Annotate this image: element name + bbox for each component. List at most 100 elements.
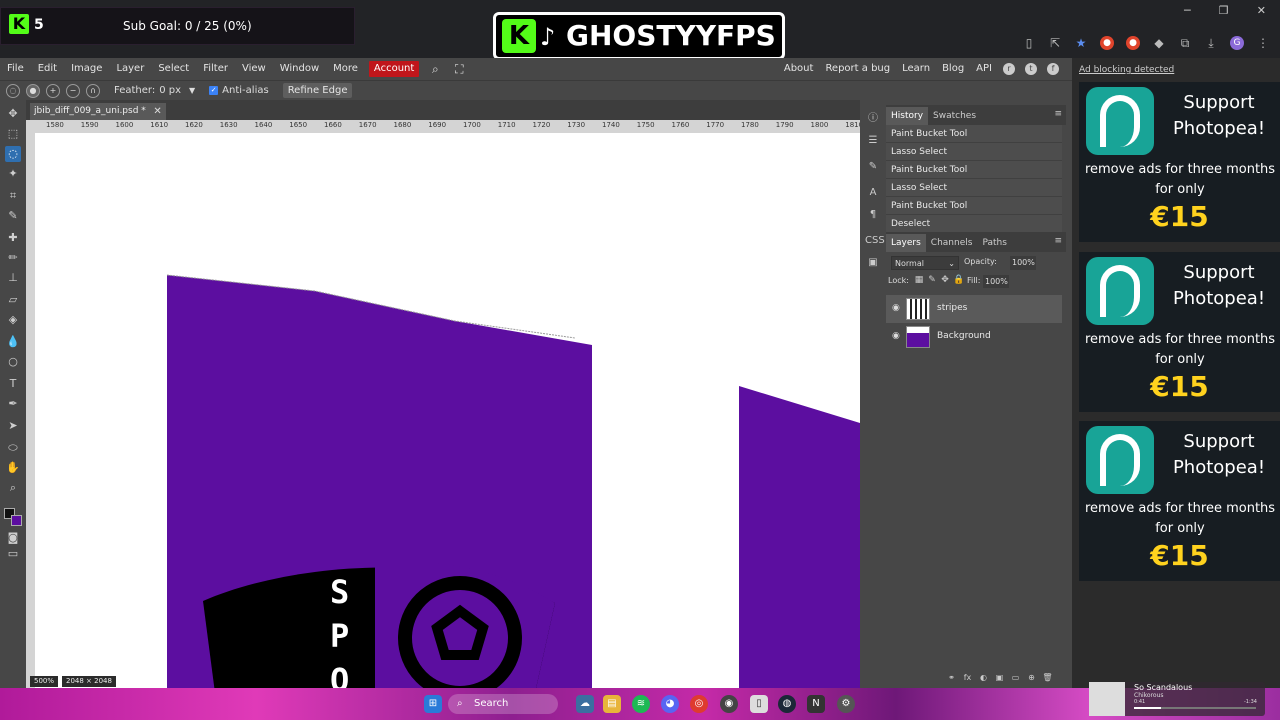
brush-settings-icon[interactable]: ✎ xyxy=(865,160,881,174)
menu-image[interactable]: Image xyxy=(64,58,109,80)
more-icon[interactable]: ⋮ xyxy=(1256,36,1270,50)
lock-position-icon[interactable]: ✥ xyxy=(940,275,950,285)
menu-select[interactable]: Select xyxy=(151,58,196,80)
close-icon[interactable]: ✕ xyxy=(153,103,161,120)
magic-wand-tool-icon[interactable]: ✦ xyxy=(5,166,21,182)
menu-report-bug[interactable]: Report a bug xyxy=(819,58,896,80)
close-icon[interactable]: ✕ xyxy=(1257,4,1266,24)
feather-dropdown-icon[interactable]: ▼ xyxy=(189,86,195,95)
file-explorer-icon[interactable]: ▤ xyxy=(603,695,621,713)
lock-all-icon[interactable]: 🔒 xyxy=(953,275,964,285)
ad-unit[interactable]: Support Photopea! remove ads for three m… xyxy=(1079,421,1280,581)
marquee-tool-icon[interactable]: ⬚ xyxy=(5,126,21,142)
eyedropper-tool-icon[interactable]: ✎ xyxy=(5,208,21,224)
app-icon[interactable]: N xyxy=(807,695,825,713)
menu-file[interactable]: File xyxy=(0,58,31,80)
add-selection-icon[interactable]: + xyxy=(46,83,60,98)
menu-filter[interactable]: Filter xyxy=(196,58,235,80)
paint-bucket-tool-icon[interactable]: ◈ xyxy=(5,312,21,328)
extensions-puzzle-icon[interactable]: ⧉ xyxy=(1178,36,1192,50)
subtract-selection-icon[interactable]: − xyxy=(66,83,80,98)
opacity-input[interactable]: 100% xyxy=(1010,256,1036,270)
history-item[interactable]: Lasso Select xyxy=(886,179,1062,197)
settings-icon[interactable]: ⚙ xyxy=(837,695,855,713)
fullscreen-icon[interactable]: ⛶ xyxy=(452,62,466,76)
type-tool-icon[interactable]: T xyxy=(5,376,21,392)
menu-blog[interactable]: Blog xyxy=(936,58,970,80)
document-tab[interactable]: jbib_diff_009_a_uni.psd * ✕ xyxy=(30,103,166,120)
spotify-icon[interactable]: ≋ xyxy=(632,695,650,713)
feather-input[interactable]: 0 px xyxy=(159,85,181,96)
menu-learn[interactable]: Learn xyxy=(896,58,936,80)
screen-mode-icon[interactable]: ▭ xyxy=(5,546,21,562)
group-icon[interactable]: ▭ xyxy=(1010,672,1021,683)
eye-icon[interactable]: ◉ xyxy=(892,303,900,313)
chrome-icon[interactable]: ◎ xyxy=(690,695,708,713)
brush-tool-icon[interactable]: ✏ xyxy=(5,250,21,266)
mask-icon[interactable]: ▣ xyxy=(994,672,1005,683)
minimize-icon[interactable]: ─ xyxy=(1184,4,1191,24)
menu-api[interactable]: API xyxy=(970,58,998,80)
antialias-checkbox[interactable]: ✓ xyxy=(209,86,219,95)
tab-layers[interactable]: Layers xyxy=(886,234,926,252)
eraser-tool-icon[interactable]: ▱ xyxy=(5,292,21,308)
tab-swatches[interactable]: Swatches xyxy=(928,107,981,125)
delete-layer-icon[interactable]: 🗑 xyxy=(1042,672,1053,683)
tab-paths[interactable]: Paths xyxy=(977,234,1011,252)
media-progress-bar[interactable] xyxy=(1134,707,1256,709)
history-item[interactable]: Paint Bucket Tool xyxy=(886,125,1062,143)
menu-about[interactable]: About xyxy=(778,58,820,80)
new-layer-icon[interactable]: ⊕ xyxy=(1026,672,1037,683)
twitter-icon[interactable]: t xyxy=(1025,63,1037,75)
discord-icon[interactable]: ◕ xyxy=(661,695,679,713)
fill-input[interactable]: 100% xyxy=(983,275,1009,288)
maximize-icon[interactable]: ❐ xyxy=(1219,4,1229,24)
intersect-selection-icon[interactable]: ∩ xyxy=(86,83,100,98)
lock-pixels-icon[interactable]: ✎ xyxy=(927,275,937,285)
hand-tool-icon[interactable]: ✋ xyxy=(5,460,21,476)
eye-icon[interactable]: ◉ xyxy=(892,331,900,341)
extension-diamond-icon[interactable]: ◆ xyxy=(1152,36,1166,50)
facebook-icon[interactable]: f xyxy=(1047,63,1059,75)
ad-unit[interactable]: Support Photopea! remove ads for three m… xyxy=(1079,82,1280,242)
search-icon[interactable]: ⌕ xyxy=(428,62,442,76)
blend-mode-select[interactable]: Normal ⌄ xyxy=(891,256,959,270)
crop-tool-icon[interactable]: ⌗ xyxy=(5,188,21,204)
lasso-tool-icon[interactable]: ◌ xyxy=(5,146,21,162)
adjustment-layer-icon[interactable]: ◐ xyxy=(978,672,989,683)
dodge-tool-icon[interactable]: ○ xyxy=(5,354,21,370)
blur-tool-icon[interactable]: 💧 xyxy=(5,334,21,350)
menu-layer[interactable]: Layer xyxy=(109,58,151,80)
character-icon[interactable]: A xyxy=(865,186,881,200)
path-select-tool-icon[interactable]: ➤ xyxy=(5,418,21,434)
obs-icon[interactable]: ◉ xyxy=(720,695,738,713)
refine-edge-button[interactable]: Refine Edge xyxy=(282,83,353,98)
widgets-icon[interactable]: ☁ xyxy=(576,695,594,713)
profile-avatar[interactable]: G xyxy=(1230,36,1244,50)
history-item[interactable]: Lasso Select xyxy=(886,143,1062,161)
link-layers-icon[interactable]: ⚭ xyxy=(946,672,957,683)
account-button[interactable]: Account xyxy=(368,61,420,77)
start-icon[interactable]: ⊞ xyxy=(424,695,442,713)
document-icon[interactable]: ▯ xyxy=(750,695,768,713)
menu-more[interactable]: More xyxy=(326,58,365,80)
steam-icon[interactable]: ◍ xyxy=(778,695,796,713)
extension-icon[interactable]: ● xyxy=(1100,36,1114,50)
move-tool-icon[interactable]: ✥ xyxy=(5,106,21,122)
layer-row-stripes[interactable]: ◉ stripes xyxy=(886,295,1062,323)
paragraph-icon[interactable]: ¶ xyxy=(865,208,881,222)
ad-unit[interactable]: Support Photopea! remove ads for three m… xyxy=(1079,252,1280,412)
history-item[interactable]: Paint Bucket Tool xyxy=(886,161,1062,179)
pen-tool-icon[interactable]: ✒ xyxy=(5,396,21,412)
canvas[interactable]: S P O xyxy=(35,133,860,688)
layer-style-icon[interactable]: fx xyxy=(962,672,973,683)
panel-menu-icon[interactable]: ≡ xyxy=(1054,109,1062,119)
zoom-tool-icon[interactable]: ⌕ xyxy=(5,480,21,496)
healing-tool-icon[interactable]: ✚ xyxy=(5,230,21,246)
reddit-icon[interactable]: r xyxy=(1003,63,1015,75)
tab-channels[interactable]: Channels xyxy=(926,234,978,252)
ad-blocking-notice[interactable]: Ad blocking detected xyxy=(1079,65,1174,75)
lasso-mode-icon[interactable]: ◌ xyxy=(6,83,20,98)
adblock-icon[interactable]: ● xyxy=(1126,36,1140,50)
lock-transparency-icon[interactable]: ▦ xyxy=(914,275,924,285)
